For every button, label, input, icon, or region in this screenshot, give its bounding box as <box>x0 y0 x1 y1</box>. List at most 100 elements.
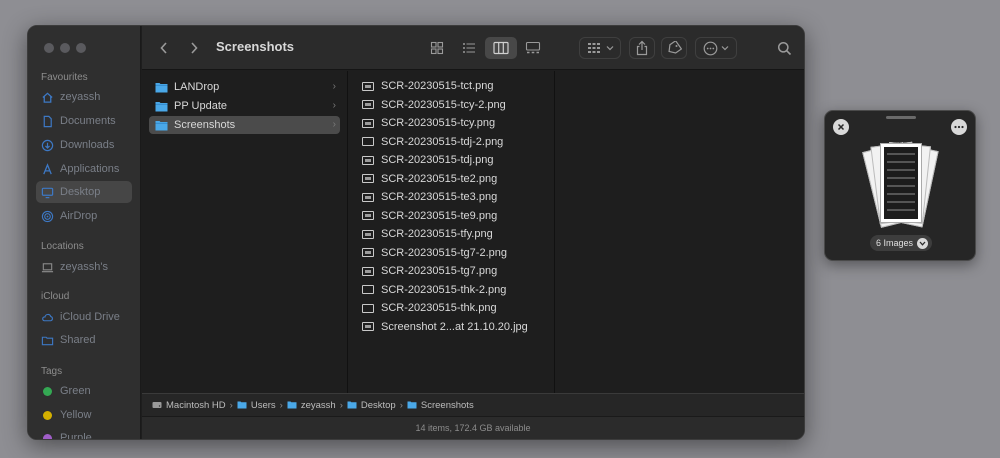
path-item-screenshots[interactable]: Screenshots <box>407 400 474 411</box>
sidebar-item-shared[interactable]: Shared <box>36 329 132 351</box>
file-row[interactable]: SCR-20230515-tcy.png <box>356 114 547 132</box>
image-file-icon <box>362 229 374 239</box>
chevron-right-icon <box>191 42 198 54</box>
folder-name: Screenshots <box>174 119 236 131</box>
path-separator: › <box>279 399 283 411</box>
back-button[interactable] <box>152 37 176 59</box>
sidebar-item-applications[interactable]: Applications <box>36 158 132 180</box>
grid-icon <box>430 41 444 55</box>
sidebar-item-label: iCloud Drive <box>60 311 120 323</box>
sidebar-item-label: Green <box>60 385 91 397</box>
tag-dot-purple <box>43 433 52 439</box>
sidebar-item-airdrop[interactable]: AirDrop <box>36 205 132 227</box>
sidebar-item-label: Yellow <box>60 409 92 421</box>
close-icon <box>837 123 845 131</box>
tag-button[interactable] <box>661 37 687 59</box>
sidebar-item-documents[interactable]: Documents <box>36 110 132 132</box>
sidebar-tag-purple[interactable]: Purple <box>36 427 132 439</box>
file-row[interactable]: SCR-20230515-tg7.png <box>356 262 547 280</box>
path-item-user[interactable]: zeyassh <box>287 400 336 411</box>
image-file-icon <box>362 192 374 202</box>
zoom-window-button[interactable] <box>76 43 86 53</box>
folder-row-pp-update[interactable]: PP Update › <box>149 97 340 115</box>
file-row[interactable]: SCR-20230515-te2.png <box>356 170 547 188</box>
icon-view-button[interactable] <box>421 37 453 59</box>
file-name: SCR-20230515-te2.png <box>381 172 498 185</box>
path-item-desktop[interactable]: Desktop <box>347 400 396 411</box>
laptop-icon <box>41 261 54 274</box>
image-file-icon <box>362 248 374 257</box>
file-row[interactable]: SCR-20230515-tfy.png <box>356 225 547 243</box>
sidebar-item-computer[interactable]: zeyassh's <box>36 256 132 278</box>
image-file-icon <box>362 322 374 331</box>
file-name: SCR-20230515-thk.png <box>381 302 497 314</box>
image-file-icon <box>362 137 374 146</box>
image-count-pill[interactable]: 6 Images <box>870 235 933 251</box>
drag-preview-panel[interactable]: 6 Images <box>824 110 976 261</box>
folder-icon <box>155 120 168 131</box>
window-controls <box>44 43 86 53</box>
sidebar-item-icloud-drive[interactable]: iCloud Drive <box>36 306 132 328</box>
file-name: SCR-20230515-tcy.png <box>381 117 496 129</box>
applications-icon <box>41 162 54 176</box>
sidebar-item-downloads[interactable]: Downloads <box>36 134 132 156</box>
sidebar-item-label: AirDrop <box>60 210 98 222</box>
finder-window: Favourites zeyassh Documents Downloads A… <box>27 25 805 440</box>
main-pane: Screenshots LANDrop › PP Update › Screen… <box>142 26 804 439</box>
tag-icon <box>668 41 682 54</box>
path-item-label: Desktop <box>360 399 396 411</box>
cloud-icon <box>41 311 54 324</box>
file-row[interactable]: SCR-20230515-thk-2.png <box>356 281 547 299</box>
desktop-icon <box>41 186 54 199</box>
gallery-icon <box>525 41 541 54</box>
preview-more-button[interactable] <box>951 119 967 135</box>
sidebar-item-home[interactable]: zeyassh <box>36 86 132 108</box>
folder-row-screenshots[interactable]: Screenshots › <box>149 116 340 134</box>
chevron-left-icon <box>160 42 167 54</box>
screenshot-thumbnail <box>880 143 922 223</box>
more-icon <box>703 41 718 55</box>
share-button[interactable] <box>629 37 655 59</box>
action-menu-button[interactable] <box>695 37 737 59</box>
chevron-down-icon <box>721 46 729 51</box>
file-name: SCR-20230515-tcy-2.png <box>381 98 506 111</box>
folder-row-landrop[interactable]: LANDrop › <box>149 78 340 96</box>
image-file-icon <box>362 303 374 313</box>
close-window-button[interactable] <box>44 43 54 53</box>
sidebar-item-desktop[interactable]: Desktop <box>36 181 132 203</box>
file-row[interactable]: SCR-20230515-tdj-2.png <box>356 133 547 151</box>
drag-handle[interactable] <box>886 116 916 119</box>
file-name: Screenshot 2...at 21.10.20.jpg <box>381 320 528 333</box>
view-mode-selector <box>421 37 549 59</box>
sidebar-tag-yellow[interactable]: Yellow <box>36 404 132 426</box>
search-button[interactable] <box>772 37 796 59</box>
column-view-button[interactable] <box>485 37 517 59</box>
airdrop-icon <box>41 210 54 223</box>
gallery-view-button[interactable] <box>517 37 549 59</box>
file-row[interactable]: SCR-20230515-tg7-2.png <box>356 244 547 262</box>
file-row[interactable]: SCR-20230515-te3.png <box>356 188 547 206</box>
sidebar-item-label: Documents <box>60 115 116 127</box>
file-row[interactable]: Screenshot 2...at 21.10.20.jpg <box>356 318 547 336</box>
preview-close-button[interactable] <box>833 119 849 135</box>
folder-name: PP Update <box>174 100 228 112</box>
ellipsis-icon <box>954 125 964 129</box>
search-icon <box>777 41 791 55</box>
path-item-users[interactable]: Users <box>237 400 276 411</box>
file-row[interactable]: SCR-20230515-thk.png <box>356 299 547 317</box>
file-row[interactable]: SCR-20230515-tdj.png <box>356 151 547 169</box>
path-item-label: zeyassh <box>300 399 336 411</box>
image-file-icon <box>362 81 374 91</box>
file-name: SCR-20230515-tg7.png <box>381 265 498 277</box>
file-row[interactable]: SCR-20230515-tcy-2.png <box>356 96 547 114</box>
file-name: SCR-20230515-tg7-2.png <box>381 246 507 259</box>
path-item-disk[interactable]: Macintosh HD <box>152 400 226 411</box>
sidebar-section-tags: Tags <box>41 366 63 377</box>
file-row[interactable]: SCR-20230515-tct.png <box>356 77 547 95</box>
forward-button[interactable] <box>182 37 206 59</box>
sidebar-tag-green[interactable]: Green <box>36 380 132 402</box>
list-view-button[interactable] <box>453 37 485 59</box>
minimize-window-button[interactable] <box>60 43 70 53</box>
file-row[interactable]: SCR-20230515-te9.png <box>356 207 547 225</box>
group-button[interactable] <box>579 37 621 59</box>
